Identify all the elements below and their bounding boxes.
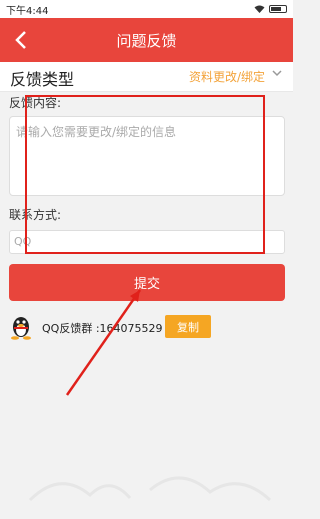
copy-button[interactable]: 复制 bbox=[165, 315, 211, 338]
feedback-type-value: 资料更改/绑定 bbox=[188, 70, 265, 84]
contact-label: 联系方式: bbox=[9, 208, 62, 222]
qq-group-row: QQ反馈群 :164075529 复制 bbox=[9, 314, 285, 340]
contact-input[interactable]: QQ bbox=[9, 230, 285, 254]
app-header: 问题反馈 bbox=[0, 18, 293, 62]
status-bar: 下午4:44 bbox=[0, 0, 293, 18]
status-icons bbox=[254, 5, 287, 13]
content-label: 反馈内容: bbox=[9, 96, 62, 110]
feedback-type-label: 反馈类型 bbox=[10, 70, 75, 89]
wifi-icon bbox=[254, 5, 265, 13]
battery-icon bbox=[269, 5, 287, 13]
feedback-type-selector[interactable]: 反馈类型 资料更改/绑定 bbox=[0, 62, 293, 92]
page-title: 问题反馈 bbox=[116, 32, 177, 50]
qq-group-number: QQ反馈群 :164075529 bbox=[42, 322, 163, 335]
status-time: 下午4:44 bbox=[6, 5, 49, 17]
submit-button[interactable]: 提交 bbox=[9, 264, 285, 301]
chevron-down-icon bbox=[271, 66, 283, 84]
qq-penguin-icon bbox=[11, 317, 31, 340]
watermark-decoration bbox=[28, 476, 272, 502]
feedback-content-input[interactable]: 请输入您需要更改/绑定的信息 bbox=[9, 116, 285, 196]
